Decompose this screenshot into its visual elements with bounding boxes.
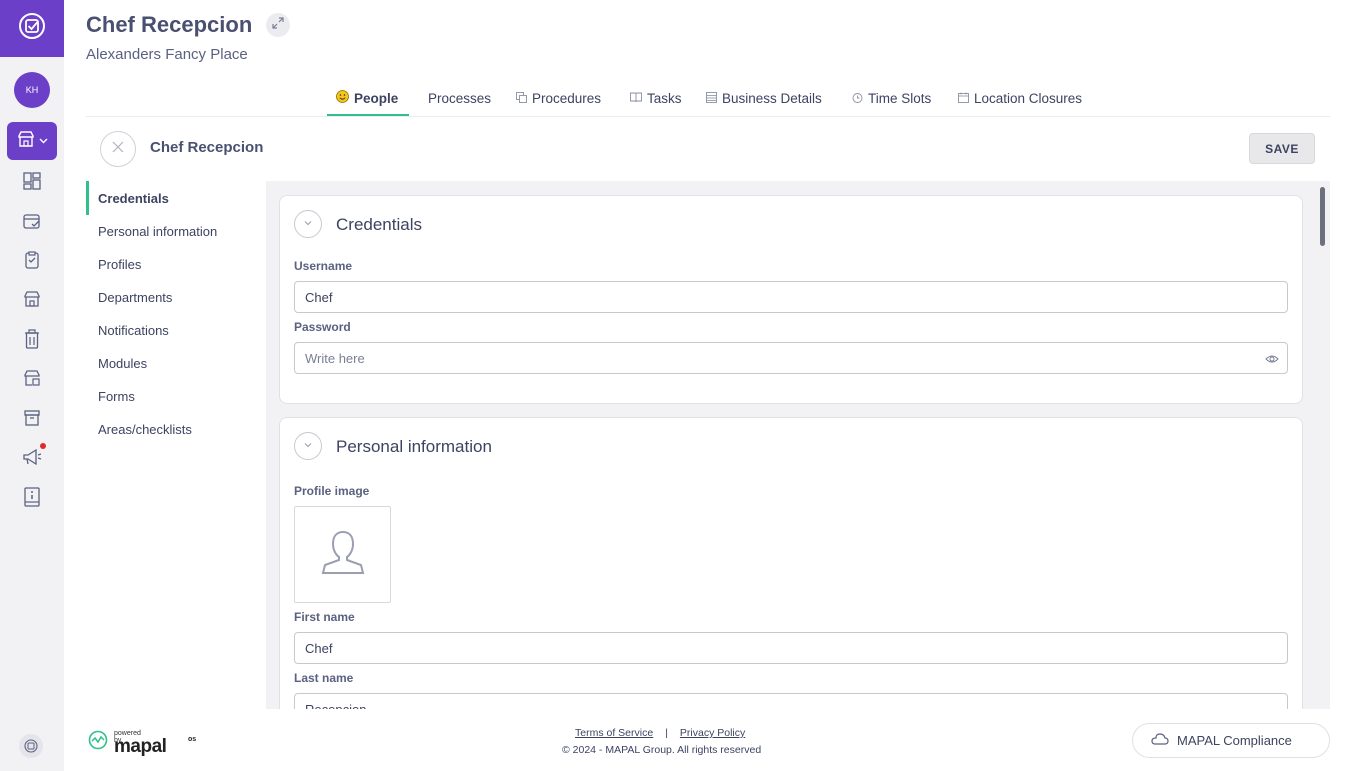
section-nav-personal-information[interactable]: Personal information <box>98 224 217 239</box>
eye-icon[interactable] <box>1265 352 1279 366</box>
username-label: Username <box>294 259 353 273</box>
tab-label: People <box>354 90 399 106</box>
section-nav-notifications[interactable]: Notifications <box>98 323 169 338</box>
tab-label: Procedures <box>532 90 602 106</box>
tab-label: Time Slots <box>868 90 932 106</box>
credentials-title: Credentials <box>336 215 422 234</box>
page-title: Chef Recepcion <box>86 12 253 37</box>
calendar-icon <box>958 91 969 106</box>
close-button[interactable] <box>100 131 136 167</box>
first-name-field[interactable]: Chef <box>294 632 1288 664</box>
megaphone-icon[interactable] <box>20 443 46 469</box>
store-settings-icon[interactable] <box>20 366 44 390</box>
location-subtitle: Alexanders Fancy Place <box>86 46 248 63</box>
tab-label: Processes <box>428 90 492 106</box>
book-icon <box>630 91 642 106</box>
form-content[interactable]: Credentials Username Chef Password Write… <box>266 181 1330 709</box>
tab-label: Business Details <box>722 90 822 106</box>
personal-information-title: Personal information <box>336 437 492 456</box>
footer-links: Terms of Service | Privacy Policy <box>575 727 745 739</box>
profile-image-label: Profile image <box>294 484 370 498</box>
powered-by-logo: powered by mapal os <box>88 730 196 757</box>
mapal-compliance-button[interactable]: MAPAL Compliance <box>1132 723 1330 758</box>
help-icon[interactable] <box>19 734 43 758</box>
location-selector-button[interactable] <box>7 122 57 160</box>
password-label: Password <box>294 320 351 334</box>
tab-processes[interactable]: Processes <box>428 89 491 107</box>
smiley-icon <box>336 90 349 106</box>
section-nav-areas-checklists[interactable]: Areas/checklists <box>98 422 192 437</box>
cloud-icon <box>1151 731 1169 750</box>
collapse-credentials-button[interactable] <box>294 210 322 238</box>
left-rail: KH <box>0 0 64 771</box>
username-field[interactable]: Chef <box>294 281 1288 313</box>
archive-icon[interactable] <box>20 406 44 430</box>
tab-time-slots[interactable]: Time Slots <box>852 89 931 107</box>
privacy-link[interactable]: Privacy Policy <box>680 727 745 739</box>
active-tab-indicator <box>327 114 409 116</box>
tab-bar: People Processes Procedures Tasks Busine… <box>86 80 1330 117</box>
credentials-card: Credentials Username Chef Password Write… <box>279 195 1303 404</box>
collapse-personal-button[interactable] <box>294 432 322 460</box>
last-name-field[interactable]: Recepcion <box>294 693 1288 709</box>
last-name-label: Last name <box>294 671 354 685</box>
password-placeholder: Write here <box>305 350 365 366</box>
trash-icon[interactable] <box>20 327 44 351</box>
expand-icon <box>272 16 284 34</box>
copyright-text: © 2024 - MAPAL Group. All rights reserve… <box>562 744 762 756</box>
chevron-down-icon <box>303 437 313 455</box>
chevron-down-icon <box>39 132 48 150</box>
store-icon[interactable] <box>20 287 44 311</box>
active-section-indicator <box>86 181 89 215</box>
profile-image-upload[interactable] <box>294 506 391 603</box>
close-icon <box>112 140 124 158</box>
save-button[interactable]: SAVE <box>1249 133 1315 164</box>
tab-label: Tasks <box>647 90 682 106</box>
section-nav-forms[interactable]: Forms <box>98 389 135 404</box>
calendar-check-icon[interactable] <box>20 209 44 233</box>
section-nav-profiles[interactable]: Profiles <box>98 257 141 272</box>
tab-label: Location Closures <box>974 90 1083 106</box>
tab-tasks[interactable]: Tasks <box>630 89 682 107</box>
info-book-icon[interactable] <box>20 485 44 509</box>
checklist-logo-icon <box>17 11 47 46</box>
link-separator: | <box>665 727 668 739</box>
chevron-down-icon <box>303 215 313 233</box>
scrollbar-thumb[interactable] <box>1320 187 1325 246</box>
tab-people[interactable]: People <box>336 89 398 107</box>
brand-name: mapal <box>114 736 167 757</box>
terms-link[interactable]: Terms of Service <box>575 727 653 739</box>
form-title: Chef Recepcion <box>150 139 264 156</box>
clipboard-icon[interactable] <box>20 248 44 272</box>
brand-suffix: os <box>188 736 197 743</box>
section-nav: Credentials Personal information Profile… <box>86 181 266 709</box>
app-logo[interactable] <box>0 0 64 57</box>
clock-icon <box>852 91 863 106</box>
first-name-label: First name <box>294 610 355 624</box>
store-icon <box>17 130 35 153</box>
compliance-label: MAPAL Compliance <box>1177 733 1292 748</box>
tab-business-details[interactable]: Business Details <box>706 89 822 107</box>
section-nav-departments[interactable]: Departments <box>98 290 172 305</box>
mapal-wave-icon <box>88 730 108 755</box>
user-silhouette-icon <box>318 527 368 582</box>
dashboard-icon[interactable] <box>20 169 44 193</box>
section-nav-credentials[interactable]: Credentials <box>98 191 169 206</box>
list-icon <box>706 91 717 106</box>
copy-icon <box>516 91 527 106</box>
user-initials: KH <box>25 85 39 95</box>
user-avatar[interactable]: KH <box>14 72 50 108</box>
personal-information-card: Personal information Profile image First… <box>279 417 1303 709</box>
section-nav-modules[interactable]: Modules <box>98 356 147 371</box>
expand-button[interactable] <box>266 13 290 37</box>
password-field[interactable]: Write here <box>294 342 1288 374</box>
tab-location-closures[interactable]: Location Closures <box>958 89 1082 107</box>
notification-dot <box>40 443 46 449</box>
tab-procedures[interactable]: Procedures <box>516 89 601 107</box>
